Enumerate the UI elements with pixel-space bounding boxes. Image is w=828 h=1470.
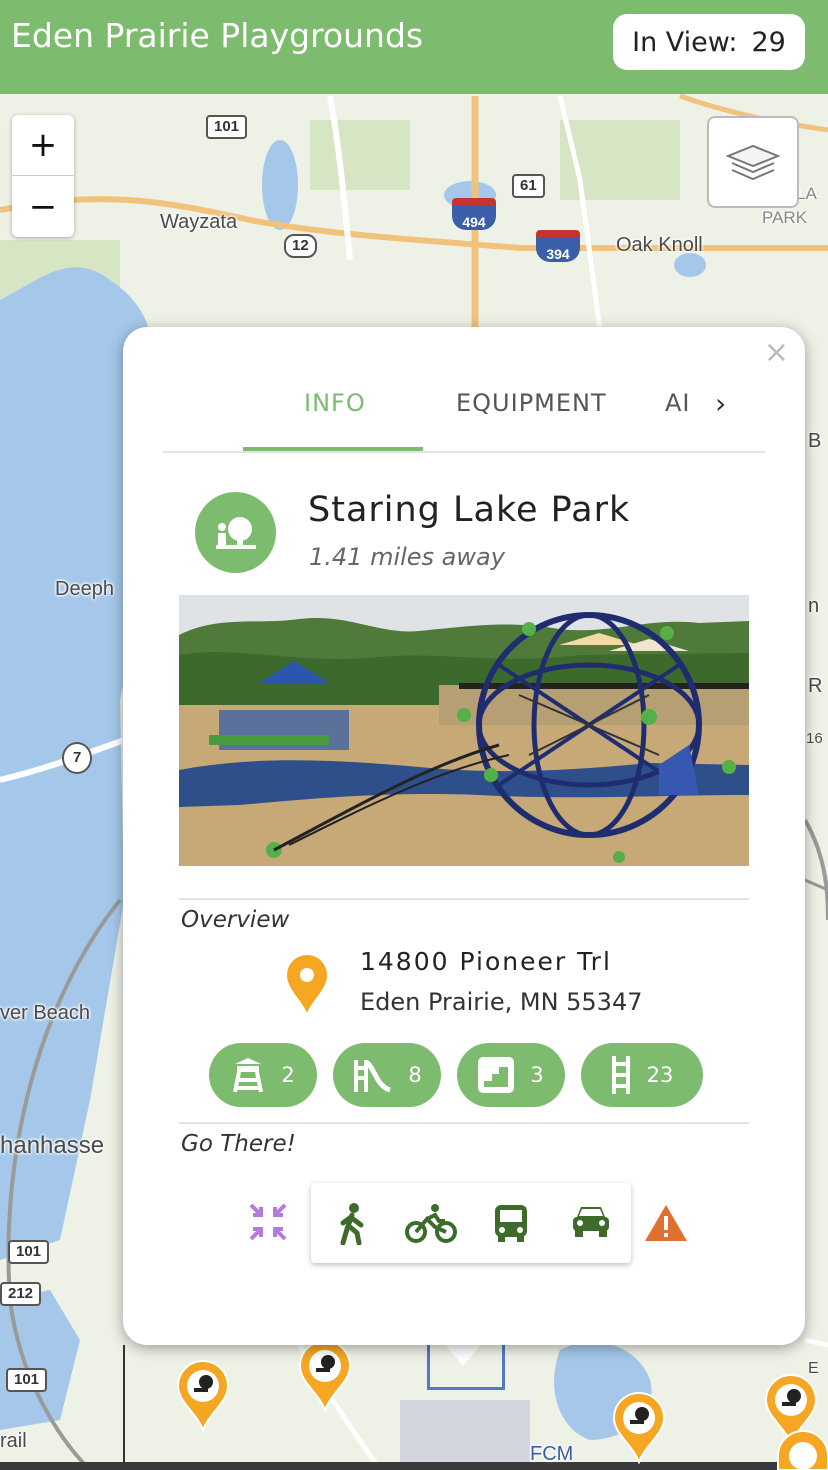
park-distance: 1.41 miles away — [309, 543, 505, 571]
go-there-heading: Go There! — [181, 1131, 296, 1157]
road-shield-101-bottom: 101 — [6, 1368, 48, 1392]
in-view-counter: In View: 29 — [613, 14, 805, 70]
playground-marker[interactable] — [612, 1392, 666, 1464]
map-label-trail: rail — [0, 1430, 27, 1452]
slide-count-badge[interactable]: 8 — [333, 1043, 441, 1107]
map-label-oak-knoll: Oak Knoll — [616, 234, 703, 256]
map-label-chanhassen: hanhasse — [0, 1132, 105, 1159]
zoom-out-button[interactable]: − — [12, 176, 74, 237]
playground-icon — [195, 492, 276, 573]
travel-mode-selector — [311, 1183, 631, 1263]
tower-count-badge[interactable]: 2 — [209, 1043, 317, 1107]
stairs-count: 3 — [530, 1063, 544, 1087]
map-label-la: LA — [796, 184, 817, 203]
close-popup-button[interactable]: × — [764, 335, 789, 370]
ladder-count-badge[interactable]: 23 — [581, 1043, 703, 1107]
tab-equipment[interactable]: EQUIPMENT — [456, 389, 607, 417]
map-label-partial-r: R — [808, 675, 823, 697]
map-label-partial-16: 16 — [806, 730, 823, 747]
zoom-in-button[interactable]: + — [12, 115, 74, 176]
bus-icon[interactable] — [493, 1203, 529, 1243]
tab-scroll-right-icon[interactable]: › — [715, 387, 726, 420]
ladder-count: 23 — [646, 1063, 674, 1087]
walk-icon[interactable] — [337, 1203, 367, 1245]
playground-marker[interactable] — [776, 1430, 828, 1470]
road-shield-101: 101 — [206, 115, 248, 139]
go-there-divider — [179, 1122, 749, 1124]
car-icon[interactable] — [571, 1203, 611, 1239]
tab-ai[interactable]: AI — [665, 389, 689, 417]
equipment-summary: 2 8 3 23 — [209, 1043, 729, 1107]
map-label-fcm: FCM — [530, 1443, 574, 1465]
overview-divider — [179, 898, 749, 900]
map-label-deephaven: Deeph — [55, 578, 114, 600]
overview-heading: Overview — [181, 907, 290, 933]
park-popup: × INFO EQUIPMENT AI › Staring Lake Park … — [123, 327, 805, 1345]
directions-controls — [247, 1183, 697, 1263]
interstate-shield-394: 394 — [536, 230, 580, 262]
playground-marker[interactable] — [298, 1340, 352, 1412]
in-view-label: In View: — [632, 26, 738, 58]
layers-button[interactable] — [707, 116, 799, 208]
road-shield-12: 12 — [284, 234, 317, 258]
bike-icon[interactable] — [405, 1203, 457, 1243]
popup-tabs: INFO EQUIPMENT AI › — [163, 377, 765, 453]
warning-icon[interactable] — [643, 1203, 689, 1243]
map-label-river-beach: ver Beach — [0, 1002, 91, 1024]
map-label-wayzata: Wayzata — [160, 211, 238, 233]
ladder-icon — [611, 1056, 630, 1094]
address-street: 14800 Pioneer Trl — [360, 947, 612, 976]
compress-icon[interactable] — [247, 1201, 289, 1243]
app-title: Eden Prairie Playgrounds — [11, 16, 424, 55]
tab-info[interactable]: INFO — [304, 389, 366, 417]
address-city: Eden Prairie, MN 55347 — [360, 988, 643, 1016]
location-pin-icon — [287, 955, 327, 1013]
park-photo — [179, 595, 749, 866]
zoom-control: + − — [12, 115, 74, 237]
playground-marker[interactable] — [176, 1360, 230, 1432]
interstate-shield-494: 494 — [452, 198, 496, 230]
stairs-icon — [478, 1057, 515, 1093]
stairs-count-badge[interactable]: 3 — [457, 1043, 565, 1107]
road-shield-212: 212 — [0, 1282, 42, 1306]
park-name: Staring Lake Park — [308, 490, 631, 530]
tower-count: 2 — [281, 1063, 295, 1087]
map-label-partial-n: n — [808, 595, 820, 617]
road-shield-101-mid: 101 — [8, 1240, 50, 1264]
slide-icon — [354, 1059, 392, 1093]
map-label-partial-b: B — [808, 430, 822, 452]
in-view-count: 29 — [751, 26, 786, 58]
road-shield-61: 61 — [512, 174, 545, 198]
layers-icon — [726, 144, 780, 181]
slide-count: 8 — [408, 1063, 422, 1087]
active-tab-indicator — [243, 447, 423, 451]
tower-icon — [233, 1058, 264, 1093]
app-header: Eden Prairie Playgrounds In View: 29 — [0, 0, 828, 94]
map-label-park: PARK — [762, 208, 808, 227]
